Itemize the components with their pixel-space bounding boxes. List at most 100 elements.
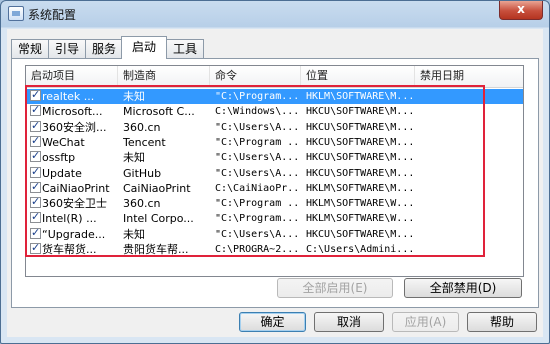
- cell-command: "C:\Program ...: [215, 136, 299, 148]
- cell-manufacturer: Tencent: [123, 135, 166, 149]
- cell-location: C:\Users\Admini...: [306, 244, 414, 255]
- startup-list-row[interactable]: Intel(R) ... Intel Corpo... "C:\Program...…: [26, 210, 523, 226]
- cell-startup-item: 360安全浏...: [42, 120, 107, 134]
- enable-checkbox[interactable]: [30, 165, 41, 178]
- cancel-button[interactable]: 取消: [314, 312, 384, 332]
- cell-location: HKCU\SOFTWARE\M...: [306, 228, 414, 240]
- cell-location: HKCU\SOFTWARE\M...: [306, 121, 414, 133]
- cell-disabled-date: [420, 89, 520, 104]
- title-bar[interactable]: 系统配置 x: [1, 1, 549, 27]
- startup-list-row[interactable]: 货车帮货... 贵阳货车帮... C:\PROGRA~2... C:\Users\Ad…: [26, 241, 523, 257]
- cell-disabled-date: [420, 166, 520, 181]
- column-header-disabled-date[interactable]: 禁用日期: [415, 66, 523, 87]
- cell-manufacturer: 360.cn: [123, 197, 161, 211]
- cell-location: HKLM\SOFTWARE\W...: [306, 213, 414, 225]
- startup-list-row[interactable]: Update GitHub "C:\Users\A... HKCU\SOFTWARE\…: [26, 165, 523, 181]
- cell-startup-item: CaiNiaoPrint: [42, 181, 110, 195]
- disable-all-button[interactable]: 全部禁用(D): [404, 278, 522, 298]
- cell-startup-item: ossftp: [42, 151, 76, 165]
- cell-command: "C:\Program...: [215, 213, 299, 225]
- cell-manufacturer: 未知: [123, 90, 145, 103]
- tab-tools[interactable]: 工具: [166, 39, 204, 58]
- ok-button[interactable]: 确定: [239, 312, 306, 332]
- enable-checkbox[interactable]: [30, 149, 41, 163]
- cell-manufacturer: Intel Corpo...: [123, 212, 194, 226]
- cell-startup-item: 货车帮货...: [42, 243, 97, 256]
- startup-list-row[interactable]: CaiNiaoPrint CaiNiaoPrint C:\CaiNiaoPr... H…: [26, 180, 523, 196]
- enable-checkbox[interactable]: [30, 195, 41, 209]
- cell-manufacturer: GitHub: [123, 166, 162, 180]
- cell-startup-item: 360安全卫士: [42, 197, 107, 211]
- cell-location: HKCU\SOFTWARE\M...: [306, 167, 414, 179]
- cell-disabled-date: [420, 242, 520, 257]
- startup-list-row[interactable]: WeChat Tencent "C:\Program ... HKCU\SOFTWAR…: [26, 134, 523, 150]
- cell-manufacturer: 未知: [123, 151, 145, 165]
- enable-checkbox[interactable]: [30, 180, 41, 193]
- cell-startup-item: “Upgrade...: [42, 227, 106, 241]
- system-config-app-icon: [8, 6, 24, 21]
- cell-command: C:\Windows\...: [215, 106, 299, 118]
- enable-checkbox[interactable]: [30, 226, 41, 239]
- column-header-startup-item[interactable]: 启动项目: [26, 66, 118, 87]
- startup-tab-panel: 启动项目 制造商 命令 位置 禁用日期 realtek ... 未知 "C:\Pro…: [11, 58, 539, 308]
- cell-location: HKLM\SOFTWARE\W...: [306, 198, 414, 210]
- cell-startup-item: Microsoft...: [42, 105, 103, 119]
- cell-location: HKCU\SOFTWARE\M...: [306, 152, 414, 164]
- cell-location: HKCU\SOFTWARE\M...: [306, 106, 414, 118]
- enable-all-button[interactable]: 全部启用(E): [277, 278, 393, 298]
- cell-location: HKLM\SOFTWARE\M...: [306, 182, 414, 194]
- cell-manufacturer: 贵阳货车帮...: [123, 243, 189, 256]
- cell-command: "C:\Users\A...: [215, 121, 299, 133]
- cell-disabled-date: [420, 181, 520, 196]
- cell-manufacturer: CaiNiaoPrint: [123, 181, 191, 195]
- cell-command: "C:\Users\A...: [215, 167, 299, 179]
- cell-disabled-date: [420, 104, 520, 119]
- startup-list-row[interactable]: realtek ... 未知 "C:\Program... HKLM\SOFTWARE…: [26, 88, 523, 104]
- column-header-manufacturer[interactable]: 制造商: [118, 66, 210, 87]
- cell-disabled-date: [420, 211, 520, 226]
- cell-command: "C:\Program ...: [215, 198, 299, 210]
- cell-manufacturer: Microsoft C...: [123, 105, 195, 119]
- enable-checkbox[interactable]: [30, 241, 41, 254]
- startup-items-list[interactable]: 启动项目 制造商 命令 位置 禁用日期 realtek ... 未知 "C:\Pro…: [25, 65, 524, 277]
- column-header-command[interactable]: 命令: [210, 66, 301, 87]
- enable-checkbox[interactable]: [30, 119, 41, 132]
- cell-location: HKLM\SOFTWARE\M...: [306, 91, 414, 102]
- startup-list-row[interactable]: 360安全卫士 360.cn "C:\Program ... HKLM\SOFTWAR…: [26, 195, 523, 211]
- enable-checkbox[interactable]: [30, 103, 41, 117]
- cell-disabled-date: [420, 120, 520, 135]
- cell-startup-item: realtek ...: [42, 90, 95, 103]
- cell-disabled-date: [420, 150, 520, 165]
- cell-disabled-date: [420, 135, 520, 150]
- list-header: 启动项目 制造商 命令 位置 禁用日期: [26, 66, 523, 88]
- cell-command: C:\PROGRA~2...: [215, 244, 299, 255]
- cell-command: "C:\Users\A...: [215, 152, 299, 164]
- apply-button[interactable]: 应用(A): [392, 312, 459, 332]
- enable-checkbox[interactable]: [30, 210, 41, 224]
- cell-command: "C:\Program...: [215, 91, 299, 102]
- startup-list-row[interactable]: ossftp 未知 "C:\Users\A... HKCU\SOFTWARE\M...: [26, 149, 523, 165]
- cell-manufacturer: 未知: [123, 227, 145, 241]
- cell-location: HKCU\SOFTWARE\M...: [306, 136, 414, 148]
- system-config-window: 系统配置 x 常规 引导 服务 启动 工具 启动项目 制造商 命令 位置 禁用日…: [0, 0, 550, 344]
- startup-list-row[interactable]: Microsoft... Microsoft C... C:\Windows\...…: [26, 103, 523, 119]
- cell-command: C:\CaiNiaoPr...: [215, 182, 299, 194]
- cell-startup-item: Update: [42, 166, 82, 180]
- window-title: 系统配置: [28, 8, 77, 22]
- tab-startup[interactable]: 启动: [121, 36, 167, 59]
- enable-checkbox[interactable]: [30, 88, 41, 101]
- startup-list-row[interactable]: “Upgrade... 未知 "C:\Users\A... HKCU\SOFTWARE…: [26, 226, 523, 242]
- cell-startup-item: WeChat: [42, 135, 85, 149]
- startup-list-row[interactable]: 360安全浏... 360.cn "C:\Users\A... HKCU\SOFTWA…: [26, 119, 523, 135]
- help-button[interactable]: 帮助: [467, 312, 537, 332]
- cell-command: "C:\Users\A...: [215, 228, 299, 240]
- tab-boot[interactable]: 引导: [48, 39, 86, 58]
- column-header-location[interactable]: 位置: [301, 66, 415, 87]
- enable-checkbox[interactable]: [30, 134, 41, 147]
- close-button[interactable]: x: [499, 1, 543, 20]
- cell-startup-item: Intel(R) ...: [42, 212, 97, 226]
- tab-services[interactable]: 服务: [85, 39, 123, 58]
- tab-general[interactable]: 常规: [11, 39, 49, 58]
- cell-disabled-date: [420, 196, 520, 211]
- cell-disabled-date: [420, 227, 520, 242]
